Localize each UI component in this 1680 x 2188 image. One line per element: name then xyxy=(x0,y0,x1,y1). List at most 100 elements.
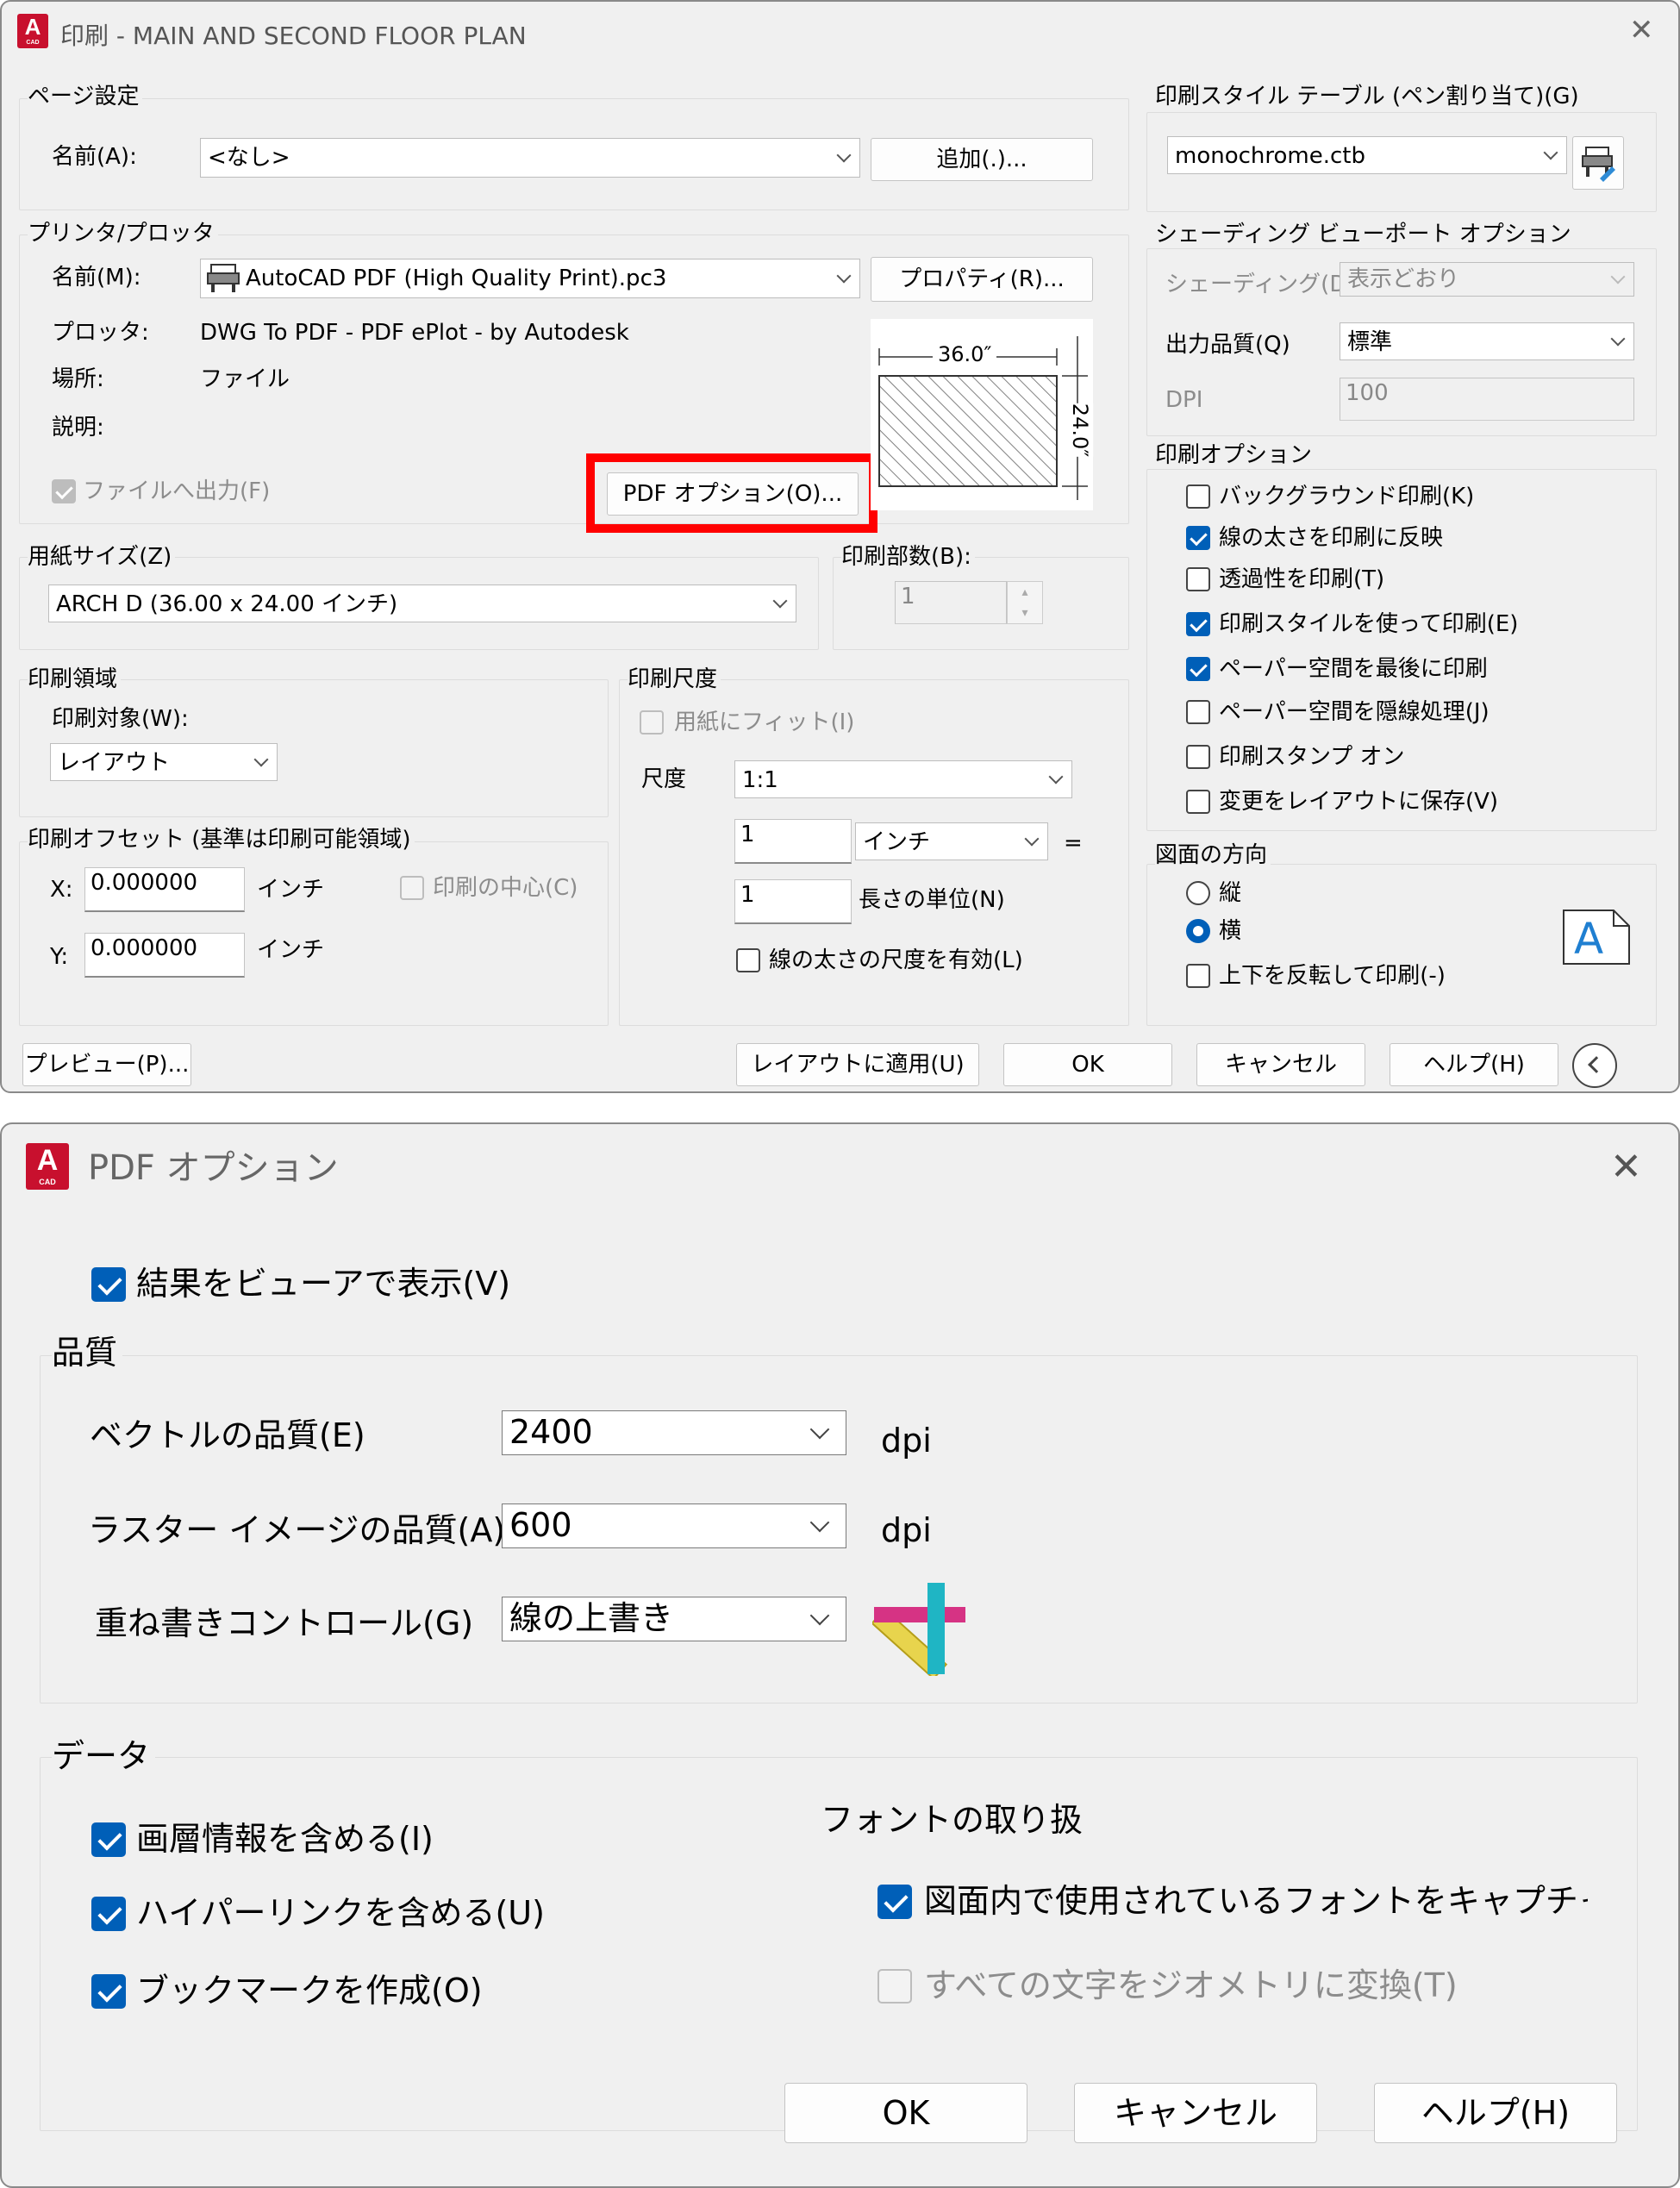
hide-paperspace-checkbox[interactable] xyxy=(1186,700,1210,724)
offset-y-input[interactable]: 0.000000 xyxy=(84,933,245,978)
merge-control-value: 線の上書き xyxy=(509,1599,674,1637)
dpi-input[interactable]: 100 xyxy=(1340,378,1634,421)
pdf-options-button[interactable]: PDF オプション(O)... xyxy=(607,472,859,516)
page-setup-name-value: <なし> xyxy=(208,145,290,171)
plot-what-value: レイアウト xyxy=(58,750,171,776)
create-bookmarks-checkbox[interactable] xyxy=(91,1974,126,2009)
scale-numerator-input[interactable]: 1 xyxy=(734,819,852,864)
edit-style-table-button[interactable] xyxy=(1572,136,1624,190)
description-label: 説明: xyxy=(52,415,104,441)
fit-to-paper-checkbox[interactable] xyxy=(640,710,664,735)
data-group-label: データ xyxy=(52,1736,156,1776)
scale-lineweights-checkbox[interactable] xyxy=(736,948,760,972)
shade-plot-combo[interactable]: 表示どおり xyxy=(1340,262,1634,297)
plot-to-file-checkbox[interactable] xyxy=(52,479,76,503)
paperspace-last-checkbox[interactable] xyxy=(1186,657,1210,681)
autocad-app-icon: A CAD xyxy=(26,1143,69,1190)
paper-size-combo[interactable]: ARCH D (36.00 x 24.00 インチ) xyxy=(48,585,796,622)
save-to-layout-checkbox[interactable] xyxy=(1186,790,1210,814)
plot-area-group-label: 印刷領域 xyxy=(28,666,122,693)
help-button[interactable]: ヘルプ(H) xyxy=(1390,1043,1558,1086)
scale-lineweights-label: 線の太さの尺度を有効(L) xyxy=(769,947,1023,973)
raster-quality-combo[interactable]: 600 xyxy=(502,1503,846,1548)
merge-control-combo[interactable]: 線の上書き xyxy=(502,1597,846,1641)
scale-denominator-input[interactable]: 1 xyxy=(734,879,852,924)
chevron-down-icon xyxy=(1048,769,1064,785)
close-icon[interactable]: ✕ xyxy=(1629,16,1654,45)
copies-spinner[interactable]: ▴ ▾ xyxy=(1007,581,1043,624)
pdf-help-button[interactable]: ヘルプ(H) xyxy=(1374,2083,1617,2143)
autocad-app-icon: A CAD xyxy=(17,14,48,48)
chevron-down-icon xyxy=(1610,331,1626,347)
font-handling-label: フォントの取り扱 xyxy=(821,1801,1084,1839)
save-to-layout-label: 変更をレイアウトに保存(V) xyxy=(1219,789,1499,815)
portrait-label: 縦 xyxy=(1219,880,1242,906)
center-plot-label: 印刷の中心(C) xyxy=(433,875,578,901)
plotter-value: DWG To PDF - PDF ePlot - by Autodesk xyxy=(200,320,629,346)
style-table-combo[interactable]: monochrome.ctb xyxy=(1167,136,1567,174)
copies-input[interactable]: 1 xyxy=(895,581,1007,624)
add-page-setup-button[interactable]: 追加(.)... xyxy=(871,138,1093,181)
convert-text-checkbox[interactable] xyxy=(877,1969,912,2004)
plot-with-styles-checkbox[interactable] xyxy=(1186,612,1210,636)
plot-scale-group-label: 印刷尺度 xyxy=(628,666,721,693)
capture-fonts-label: 図面内で使用されているフォントをキャプチャ(C xyxy=(924,1882,1588,1920)
offset-x-input[interactable]: 0.000000 xyxy=(84,867,245,912)
collapse-more-options-icon[interactable] xyxy=(1572,1043,1617,1088)
plot-lineweights-checkbox[interactable] xyxy=(1186,526,1210,550)
include-hyperlinks-checkbox[interactable] xyxy=(91,1897,126,1931)
plot-options-group-label: 印刷オプション xyxy=(1155,441,1316,469)
chevron-down-icon xyxy=(809,1512,830,1533)
quality-group-label: 品質 xyxy=(52,1333,123,1372)
chevron-down-icon xyxy=(809,1419,830,1440)
cancel-button[interactable]: キャンセル xyxy=(1196,1043,1365,1086)
apply-to-layout-button[interactable]: レイアウトに適用(U) xyxy=(736,1043,979,1086)
vector-quality-value: 2400 xyxy=(509,1413,593,1451)
shade-plot-value: 表示どおり xyxy=(1347,266,1460,292)
plot-offset-group-label: 印刷オフセット (基準は印刷可能領域) xyxy=(28,826,415,853)
close-icon[interactable]: ✕ xyxy=(1610,1148,1642,1186)
scale-unit-label: 長さの単位(N) xyxy=(859,887,1005,913)
background-plot-checkbox[interactable] xyxy=(1186,484,1210,509)
plot-stamp-label: 印刷スタンプ オン xyxy=(1219,744,1405,770)
chevron-down-icon xyxy=(836,268,852,284)
raster-quality-label: ラスター イメージの品質(A) xyxy=(88,1511,506,1549)
chevron-down-icon xyxy=(1543,145,1558,160)
scale-value: 1:1 xyxy=(742,767,778,793)
scale-unit-value: インチ xyxy=(863,829,931,855)
printer-name-label: 名前(M): xyxy=(52,265,141,291)
paper-size-group-label: 用紙サイズ(Z) xyxy=(28,543,176,571)
portrait-radio[interactable] xyxy=(1186,881,1210,905)
plot-what-combo[interactable]: レイアウト xyxy=(50,743,278,781)
shade-plot-label: シェーディング(D) xyxy=(1165,272,1356,297)
paperspace-last-label: ペーパー空間を最後に印刷 xyxy=(1219,656,1488,682)
center-plot-checkbox[interactable] xyxy=(400,876,424,900)
quality-value: 標準 xyxy=(1347,329,1393,355)
include-layer-info-checkbox[interactable] xyxy=(91,1822,126,1857)
preview-button[interactable]: プレビュー(P)... xyxy=(22,1043,191,1086)
style-table-group-label: 印刷スタイル テーブル (ペン割り当て)(G) xyxy=(1155,83,1583,110)
plot-transparency-checkbox[interactable] xyxy=(1186,567,1210,591)
upside-down-checkbox[interactable] xyxy=(1186,964,1210,988)
paper-size-value: ARCH D (36.00 x 24.00 インチ) xyxy=(56,591,398,617)
pdf-cancel-button[interactable]: キャンセル xyxy=(1074,2083,1317,2143)
capture-fonts-checkbox[interactable] xyxy=(877,1885,912,1919)
plot-stamp-checkbox[interactable] xyxy=(1186,745,1210,769)
style-table-value: monochrome.ctb xyxy=(1175,143,1365,169)
merge-control-label: 重ね書きコントロール(G) xyxy=(95,1604,474,1642)
hide-paperspace-label: ペーパー空間を隠線処理(J) xyxy=(1219,699,1490,725)
chevron-down-icon xyxy=(772,593,788,609)
printer-name-combo[interactable]: AutoCAD PDF (High Quality Print).pc3 xyxy=(200,259,860,298)
quality-combo[interactable]: 標準 xyxy=(1340,322,1634,360)
merge-control-preview-icon xyxy=(871,1581,967,1680)
landscape-radio[interactable] xyxy=(1186,919,1210,943)
show-in-viewer-checkbox[interactable] xyxy=(91,1267,126,1302)
ok-button[interactable]: OK xyxy=(1003,1043,1172,1086)
chevron-down-icon xyxy=(809,1605,830,1626)
pdf-ok-button[interactable]: OK xyxy=(784,2083,1027,2143)
scale-combo[interactable]: 1:1 xyxy=(734,760,1072,798)
scale-unit-combo[interactable]: インチ xyxy=(855,822,1048,860)
vector-quality-combo[interactable]: 2400 xyxy=(502,1410,846,1455)
printer-properties-button[interactable]: プロパティ(R)... xyxy=(871,257,1093,302)
page-setup-name-combo[interactable]: <なし> xyxy=(200,138,860,178)
